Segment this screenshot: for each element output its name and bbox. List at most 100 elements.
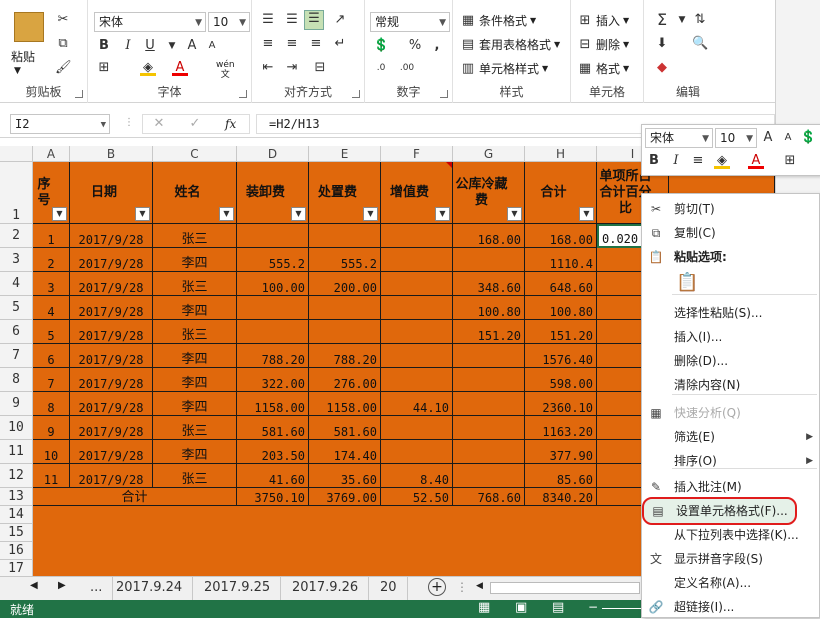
data-cell[interactable]: 788.20 (309, 344, 381, 368)
filter-dropdown-icon[interactable]: ▼ (507, 207, 522, 221)
data-cell[interactable] (453, 440, 525, 464)
currency-icon[interactable]: 💲 (373, 38, 389, 54)
menu-item-5[interactable]: 插入(I)... (642, 325, 820, 349)
data-cell[interactable]: 李四 (153, 296, 237, 320)
align-top-icon[interactable]: ☰ (260, 12, 276, 28)
mini-size-box[interactable]: 10 ▼ (715, 128, 757, 148)
data-cell[interactable]: 555.2 (309, 248, 381, 272)
data-cell[interactable]: 200.00 (309, 272, 381, 296)
row-header-1[interactable]: 1 (0, 162, 33, 224)
wrap-text-icon[interactable]: ↵ (332, 36, 348, 52)
fill-icon[interactable]: ⬇ (654, 36, 670, 52)
data-cell[interactable]: 2017/9/28 (70, 392, 153, 416)
mini-fill-icon[interactable]: ◈ (714, 153, 730, 169)
data-cell[interactable] (309, 296, 381, 320)
data-cell[interactable] (381, 272, 453, 296)
insert-cells-button[interactable]: ⊞ 插入 ▼ (577, 12, 630, 29)
data-cell[interactable]: 11 (33, 464, 70, 488)
mini-bold-icon[interactable]: B (646, 153, 662, 169)
page-break-icon[interactable]: ▤ (552, 600, 564, 615)
data-cell[interactable]: 5 (33, 320, 70, 344)
filter-dropdown-icon[interactable]: ▼ (291, 207, 306, 221)
filter-dropdown-icon[interactable]: ▼ (52, 207, 67, 221)
italic-button[interactable]: I (120, 38, 136, 54)
mini-border-icon[interactable]: ⊞ (782, 153, 798, 169)
header-cell-B[interactable]: 日期 ▼ (70, 162, 153, 224)
data-cell[interactable] (381, 344, 453, 368)
row-header-7[interactable]: 7 (0, 344, 33, 368)
data-cell[interactable]: 203.50 (237, 440, 309, 464)
font-color-icon[interactable]: A (172, 60, 188, 76)
row-header-6[interactable]: 6 (0, 320, 33, 344)
data-cell[interactable]: 41.60 (237, 464, 309, 488)
increase-indent-icon[interactable]: ⇥ (284, 60, 300, 76)
data-cell[interactable]: 168.00 (525, 224, 597, 248)
data-cell[interactable]: 7 (33, 368, 70, 392)
data-cell[interactable]: 2017/9/28 (70, 296, 153, 320)
menu-item-15[interactable]: 定义名称(A)... (642, 571, 820, 595)
tab-sheet-1[interactable]: 2017.9.25 (194, 577, 282, 600)
header-cell-E[interactable]: 处置费 ▼ (309, 162, 381, 224)
data-cell[interactable] (381, 296, 453, 320)
fill-color-icon[interactable]: ◈ (140, 60, 156, 76)
insert-function-button[interactable]: fx (225, 117, 236, 131)
tab-sheet-3[interactable]: 20 (370, 577, 408, 600)
data-cell[interactable]: 李四 (153, 392, 237, 416)
data-cell[interactable]: 44.10 (381, 392, 453, 416)
column-header-F[interactable]: F (381, 146, 453, 162)
data-cell[interactable]: 174.40 (309, 440, 381, 464)
data-cell[interactable]: 2017/9/28 (70, 224, 153, 248)
filter-dropdown-icon[interactable]: ▼ (135, 207, 150, 221)
align-bottom-icon[interactable]: ☰ (304, 10, 324, 30)
format-painter-icon[interactable]: 🖌 (55, 60, 72, 76)
data-cell[interactable] (453, 368, 525, 392)
autosum-icon[interactable]: Σ (654, 12, 670, 28)
row-header-8[interactable]: 8 (0, 368, 33, 392)
data-cell[interactable]: 10 (33, 440, 70, 464)
row-header-13[interactable]: 13 (0, 488, 33, 506)
menu-item-11[interactable]: ✎ 插入批注(M) (642, 475, 820, 499)
column-header-C[interactable]: C (153, 146, 237, 162)
data-cell[interactable]: 648.60 (525, 272, 597, 296)
column-header-E[interactable]: E (309, 146, 381, 162)
menu-item-13[interactable]: 从下拉列表中选择(K)... (642, 523, 820, 547)
menu-item-10[interactable]: 排序(O) ▶ (642, 449, 820, 473)
menu-item-14[interactable]: 文显示拼音字段(S) (642, 547, 820, 571)
data-cell[interactable] (381, 440, 453, 464)
data-cell[interactable]: 3 (33, 272, 70, 296)
data-cell[interactable]: 李四 (153, 368, 237, 392)
filter-dropdown-icon[interactable]: ▼ (219, 207, 234, 221)
data-cell[interactable]: 2360.10 (525, 392, 597, 416)
row-header-5[interactable]: 5 (0, 296, 33, 320)
data-cell[interactable]: 李四 (153, 248, 237, 272)
horizontal-scrollbar[interactable] (490, 582, 640, 594)
data-cell[interactable]: 2017/9/28 (70, 440, 153, 464)
prev-sheet-icon[interactable]: ◀ (30, 580, 38, 591)
cut-icon[interactable]: ✂ (55, 12, 71, 28)
percent-button[interactable]: % (407, 38, 423, 54)
filter-dropdown-icon[interactable]: ▼ (363, 207, 378, 221)
name-box[interactable]: I2 ▼ (10, 114, 110, 134)
row-header-9[interactable]: 9 (0, 392, 33, 416)
row-header-4[interactable]: 4 (0, 272, 33, 296)
data-cell[interactable]: 35.60 (309, 464, 381, 488)
column-header-B[interactable]: B (70, 146, 153, 162)
data-cell[interactable]: 581.60 (309, 416, 381, 440)
align-center-icon[interactable]: ≡ (284, 36, 300, 52)
data-cell[interactable]: 李四 (153, 344, 237, 368)
phonetic-icon[interactable]: wén 文 (216, 60, 235, 80)
data-cell[interactable]: 2017/9/28 (70, 464, 153, 488)
border-icon[interactable]: ⊞ (96, 60, 112, 76)
new-sheet-icon[interactable]: + (428, 578, 446, 596)
data-cell[interactable] (309, 224, 381, 248)
filter-dropdown-icon[interactable]: ▼ (579, 207, 594, 221)
conditional-format-button[interactable]: ▦ 条件格式 ▼ (460, 12, 536, 29)
data-cell[interactable]: 2017/9/28 (70, 368, 153, 392)
data-cell[interactable]: 788.20 (237, 344, 309, 368)
mini-align-icon[interactable]: ≡ (690, 153, 706, 169)
filter-dropdown-icon[interactable]: ▼ (435, 207, 450, 221)
data-cell[interactable]: 581.60 (237, 416, 309, 440)
decrease-decimal-icon[interactable]: .00 (399, 60, 415, 76)
column-header-H[interactable]: H (525, 146, 597, 162)
table-format-button[interactable]: ▤ 套用表格格式 ▼ (460, 36, 560, 53)
